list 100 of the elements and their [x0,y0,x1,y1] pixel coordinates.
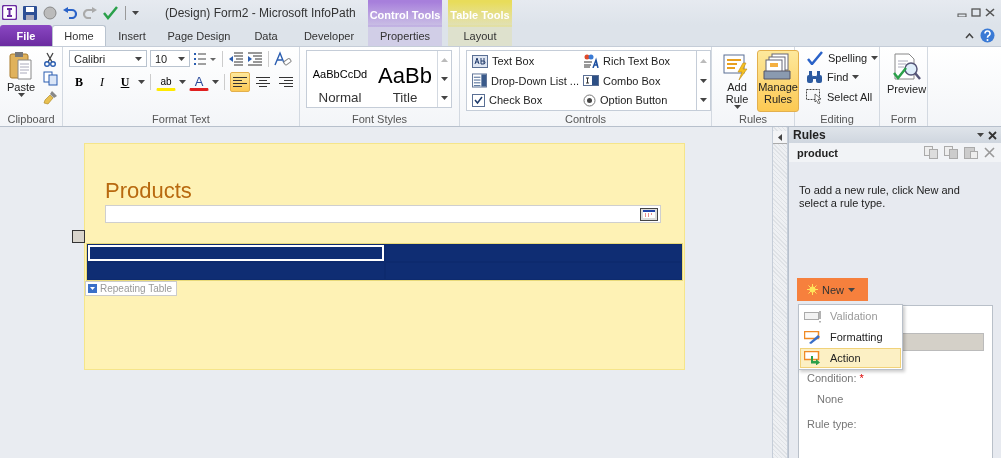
table-cell[interactable] [88,263,384,279]
clear-formatting-icon[interactable] [274,50,292,67]
condition-value: None [817,393,844,405]
more-icon [441,95,448,100]
control-item[interactable]: Rich Text Box [581,52,693,71]
control-item[interactable]: Drop-Down List ... [470,71,581,91]
check-icon[interactable] [103,5,119,20]
editing-button[interactable]: Select All [804,88,881,105]
ribbon-tab[interactable]: Home [52,25,106,46]
caret-icon [871,56,879,60]
scroll-arrow-icon[interactable] [778,133,782,141]
form-title: Products [105,178,192,204]
copy-icon[interactable] [43,71,59,86]
decrease-indent-icon[interactable] [228,51,244,66]
control-item[interactable]: Option Button [581,91,693,109]
font-color-button[interactable]: A [189,73,209,91]
rule-type-label: Rule type: [807,418,857,430]
restore-icon[interactable] [971,8,981,17]
ribbon-tab[interactable]: Developer [292,25,366,46]
ribbon-tab[interactable]: Layout [448,25,512,46]
more-icon [700,98,707,103]
caret-icon [733,105,741,109]
caret-icon [852,75,860,79]
repeating-table[interactable] [86,243,683,281]
bold-button[interactable]: B [69,72,89,92]
save-icon[interactable] [23,5,37,20]
rule-button[interactable]: Add Rule [719,50,755,112]
date-picker-field[interactable] [105,205,661,223]
font-size-field[interactable]: 10 [150,50,190,67]
caret-icon [135,56,142,61]
table-cell[interactable] [88,245,384,261]
pane-title: Rules [793,128,826,142]
close-icon[interactable] [988,130,997,140]
text-box-icon [472,54,488,68]
group-label: Editing [820,112,854,125]
group-label: Format Text [152,112,210,125]
highlight-button[interactable]: ab [156,73,176,91]
calendar-icon[interactable] [640,207,658,221]
table-handle[interactable] [72,230,85,243]
collapse-ribbon-icon[interactable] [965,32,974,39]
caret-icon [848,287,855,292]
font-name-field[interactable]: Calibri [69,50,147,67]
table-cell[interactable] [386,263,681,279]
scroll-down-icon [441,77,448,81]
sparkle-icon [807,284,818,295]
scissors-icon[interactable] [43,52,58,67]
binoculars-icon [806,70,823,84]
text-align-icon [279,76,293,88]
customize-caret-icon [132,10,139,15]
close-icon[interactable] [985,8,995,17]
paste-button[interactable]: Paste [3,50,40,111]
control-item[interactable]: Combo Box [581,71,693,91]
group-label: Clipboard [7,112,55,125]
new-rule-button[interactable]: New [797,278,868,301]
ribbon-tab[interactable]: File [0,25,52,46]
help-icon[interactable] [980,28,995,43]
caret-icon [179,80,186,84]
group-label: Controls [565,112,606,125]
preview-button[interactable]: Preview [883,50,931,111]
ribbon-tab[interactable]: Properties [368,25,442,46]
app-icon[interactable] [2,5,17,20]
card-file-icon [763,53,793,81]
style-option[interactable]: AaBb Title [373,51,437,107]
align-button[interactable] [230,72,250,92]
undo-icon[interactable] [63,6,77,19]
table-cell[interactable] [386,245,681,261]
scroll-down-icon [700,78,707,83]
bullet-list-icon[interactable] [193,51,217,66]
ribbon-tab[interactable]: Data [240,25,292,46]
group-label: Form [890,112,917,125]
delete-rule-icon[interactable] [984,147,995,158]
group-label: Font Styles [352,112,407,125]
italic-button[interactable]: I [92,72,112,92]
increase-indent-icon[interactable] [247,51,263,66]
rule-button[interactable]: Manage Rules [757,50,799,112]
field-name: product [797,146,838,159]
window-title: (Design) Form2 - Microsoft InfoPath [165,5,356,20]
rich-text-icon [583,54,599,69]
control-item[interactable]: Check Box [470,91,581,109]
validation-icon [804,309,822,323]
combo-box-icon [583,75,599,87]
control-item[interactable]: Text Box [470,52,581,71]
rule-lightning-icon [723,53,751,81]
action-icon [804,351,822,365]
ribbon-tab[interactable]: Insert [106,25,158,46]
editing-button[interactable]: Spelling [804,50,881,66]
clipboard-icon [9,51,34,81]
text-align-icon [256,76,270,88]
repeating-table-tag: Repeating Table [85,281,178,296]
style-option[interactable]: AaBbCcDd Normal [307,51,373,107]
menu-item[interactable]: Formatting [800,327,901,347]
brush-icon[interactable] [43,90,59,105]
spelling-check-icon [806,51,824,65]
menu-item[interactable]: Action [800,348,901,368]
ribbon-tab[interactable]: Page Design [158,25,240,46]
underline-button[interactable]: U [115,72,135,92]
condition-label: Condition: * [807,372,864,384]
dropdown-list-icon [472,73,487,89]
vertical-scrollbar[interactable] [772,127,788,458]
editing-button[interactable]: Find [804,69,881,85]
